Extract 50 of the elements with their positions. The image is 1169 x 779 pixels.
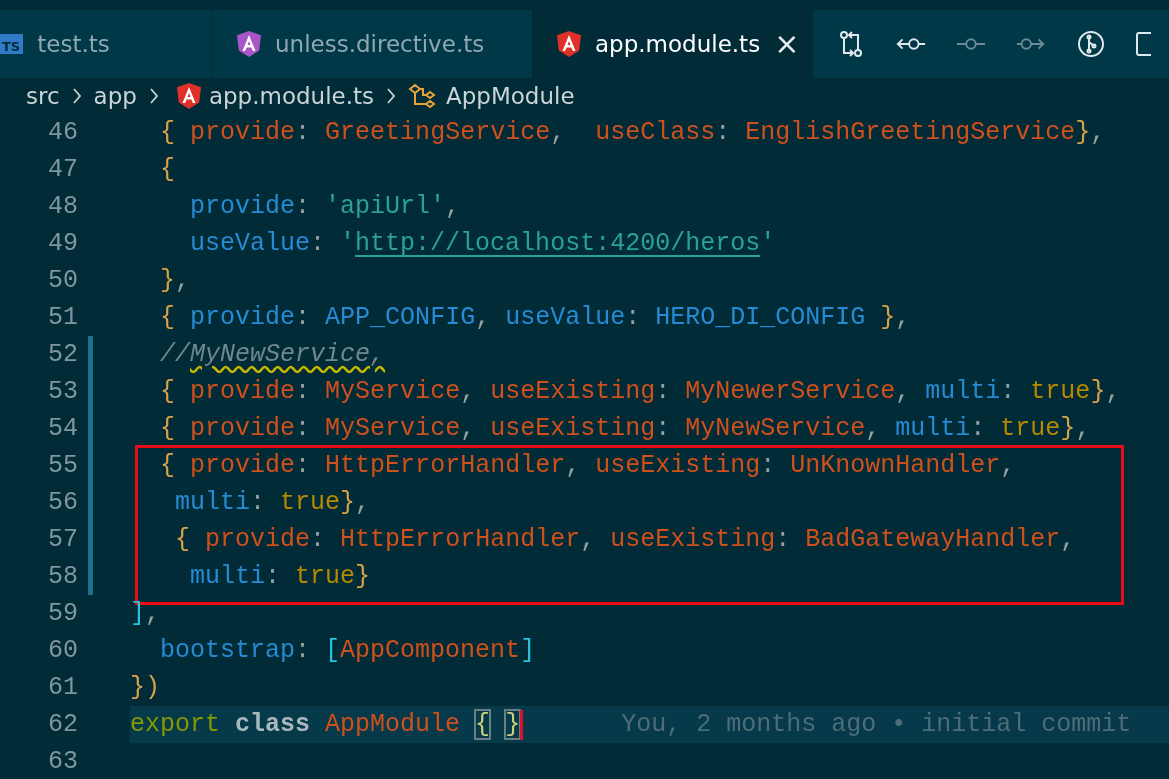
line-number: 52 [47, 340, 78, 369]
branch-circle-icon[interactable] [1075, 29, 1107, 59]
code-line: { provide: GreetingService, useClass: EnglishGreetingService}, [159, 118, 1106, 147]
chevron-right-icon [386, 87, 396, 105]
code-line: { provide: HttpErrorHandler, useExisting: BadGatewayHandler, [174, 525, 1076, 554]
editor-tab[interactable]: app.module.ts × [533, 10, 813, 78]
line-number: 50 [47, 266, 78, 295]
code-line: }) [130, 673, 161, 702]
line-number: 63 [47, 747, 78, 776]
breadcrumb-item[interactable]: app [93, 83, 137, 109]
line-number: 47 [47, 155, 78, 184]
code-line: { provide: HttpErrorHandler, useExisting: UnKnownHandler, [159, 451, 1016, 480]
code-line: multi: true}, [174, 488, 371, 517]
code-line: { [159, 155, 176, 184]
line-number: 55 [47, 451, 78, 480]
breadcrumb-item[interactable]: src [26, 83, 60, 109]
line-number: 57 [47, 525, 78, 554]
line-number: 62 [47, 710, 78, 739]
code-line: useValue: 'http://localhost:4200/heros' [189, 229, 776, 258]
breadcrumb-item[interactable]: AppModule [446, 83, 575, 109]
text-cursor [520, 709, 524, 740]
typescript-file-icon: TS [0, 34, 24, 54]
line-number: 53 [47, 377, 78, 406]
code-line: export class AppModule { } [130, 710, 521, 739]
chevron-right-icon [148, 87, 159, 105]
line-number: 48 [47, 192, 78, 221]
code-line: { provide: MyService, useExisting: MyNewService, multi: true}, [159, 414, 1091, 443]
line-number: 60 [47, 636, 78, 665]
line-number: 61 [47, 673, 78, 702]
code-line: { provide: APP_CONFIG, useValue: HERO_DI_CONFIG }, [159, 303, 911, 332]
line-number: 49 [47, 229, 78, 258]
breadcrumb-item[interactable]: app.module.ts [208, 83, 374, 109]
line-number: 54 [47, 414, 78, 443]
code-line: ], [130, 599, 161, 628]
code-line: bootstrap: [AppComponent] [159, 636, 536, 665]
blame-annotation: You, 2 months ago • initial commit [621, 710, 1132, 739]
line-number: 56 [47, 488, 78, 517]
code-line: provide: 'apiUrl', [189, 192, 461, 221]
code-line: }, [159, 266, 191, 295]
line-number: 59 [47, 599, 78, 628]
code-line: multi: true} [189, 562, 371, 591]
line-number: 46 [47, 118, 78, 147]
line-number: 51 [47, 303, 78, 332]
close-button[interactable]: × [774, 29, 800, 59]
line-number: 58 [47, 562, 78, 591]
chevron-right-icon [71, 87, 82, 105]
code-line: { provide: MyService, useExisting: MyNewerService, multi: true}, [159, 377, 1121, 406]
editor-tab[interactable]: TS test.ts [0, 10, 213, 78]
code-line: //MyNewService, [159, 340, 386, 369]
split-editor-icon[interactable] [1135, 29, 1151, 59]
